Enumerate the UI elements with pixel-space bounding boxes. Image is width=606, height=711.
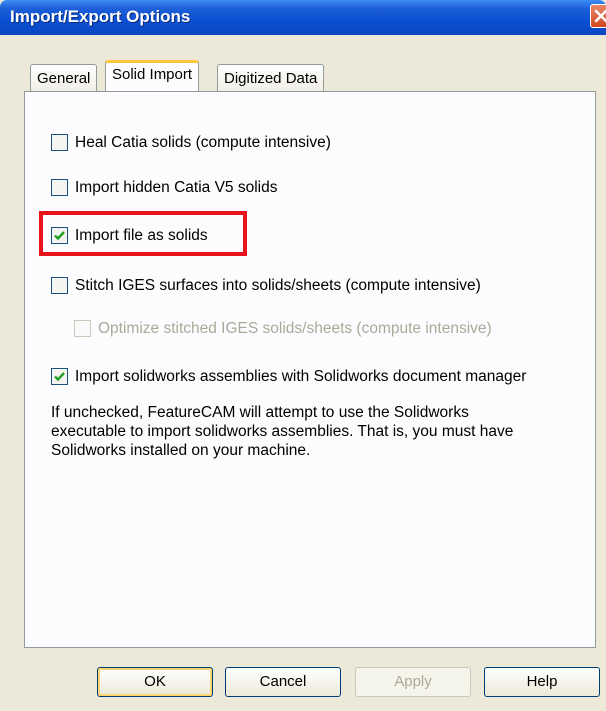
help-button[interactable]: Help bbox=[484, 667, 600, 697]
optimize-stitched-iges-checkbox bbox=[74, 320, 91, 337]
tab-general[interactable]: General bbox=[30, 64, 98, 91]
info-text: If unchecked, FeatureCAM will attempt to… bbox=[51, 403, 591, 460]
option-label: Import solidworks assemblies with Solidw… bbox=[75, 368, 527, 385]
close-button[interactable] bbox=[590, 4, 606, 28]
red-highlight-box bbox=[39, 211, 247, 256]
close-icon bbox=[594, 9, 606, 23]
heal-catia-checkbox[interactable] bbox=[51, 134, 68, 151]
window-title: Import/Export Options bbox=[10, 7, 191, 26]
option-label: Stitch IGES surfaces into solids/sheets … bbox=[75, 277, 481, 294]
cancel-button[interactable]: Cancel bbox=[225, 667, 341, 697]
tab-digitized-data[interactable]: Digitized Data bbox=[217, 64, 325, 91]
option-label: Optimize stitched IGES solids/sheets (co… bbox=[98, 320, 492, 337]
option-label: Import hidden Catia V5 solids bbox=[75, 179, 278, 196]
apply-button: Apply bbox=[355, 667, 471, 697]
info-line: If unchecked, FeatureCAM will attempt to… bbox=[51, 404, 469, 421]
tab-solid-import[interactable]: Solid Import bbox=[105, 60, 200, 91]
stitch-iges-checkbox[interactable] bbox=[51, 277, 68, 294]
dialog-window: Import/Export Options General Solid Impo… bbox=[0, 0, 606, 711]
import-solidworks-assemblies-checkbox[interactable] bbox=[51, 368, 68, 385]
title-bar[interactable]: Import/Export Options bbox=[0, 0, 606, 35]
option-label: Heal Catia solids (compute intensive) bbox=[75, 134, 331, 151]
info-line: executable to import solidworks assembli… bbox=[51, 423, 514, 440]
checkmark-icon bbox=[54, 372, 65, 382]
ok-button[interactable]: OK bbox=[97, 667, 213, 697]
import-hidden-catia-checkbox[interactable] bbox=[51, 179, 68, 196]
info-line: Solidworks installed on your machine. bbox=[51, 442, 311, 459]
